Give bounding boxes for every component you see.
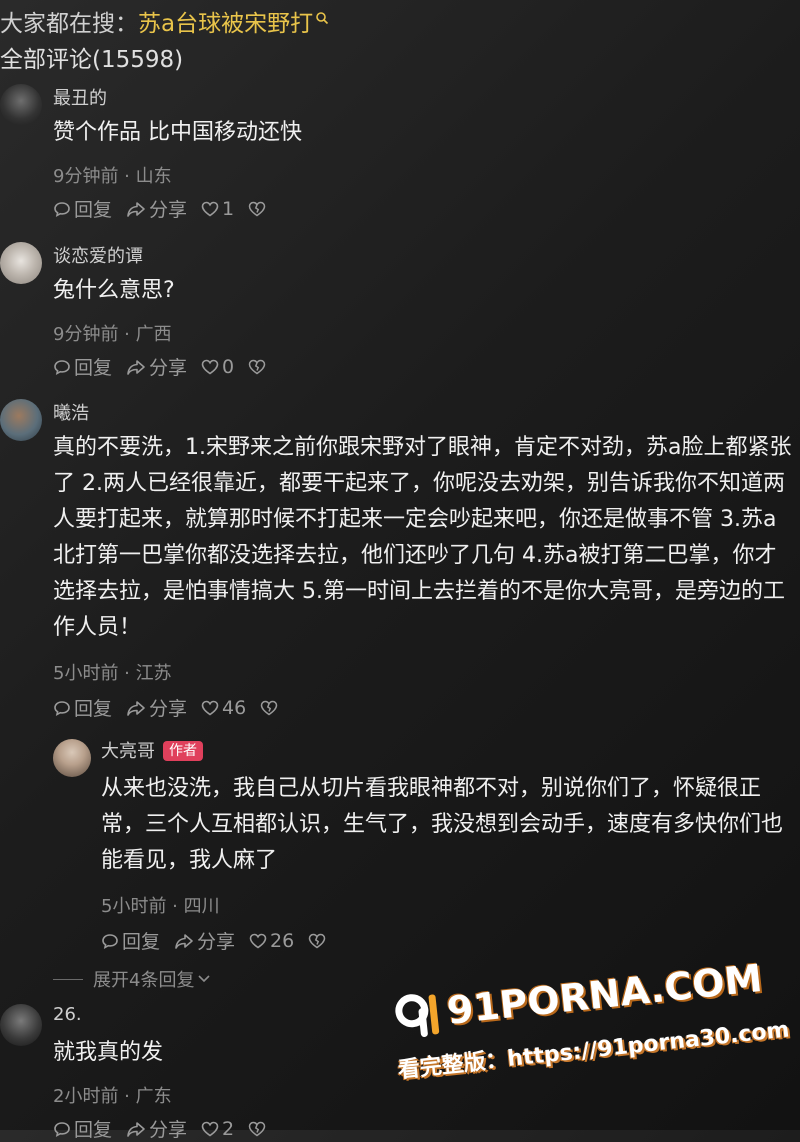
share-label: 分享: [197, 931, 236, 953]
dislike-heart-icon: [248, 359, 266, 374]
reply-label: 回复: [74, 357, 113, 379]
divider: [53, 978, 83, 980]
avatar[interactable]: [0, 399, 42, 441]
comment-count: 全部评论(15598): [0, 47, 184, 73]
reply-icon: [54, 700, 70, 716]
share-button[interactable]: 分享: [126, 195, 187, 222]
dislike-heart-icon: [260, 700, 278, 715]
heart-icon: [201, 201, 219, 216]
avatar[interactable]: [0, 84, 42, 126]
expand-replies-label: 展开4条回复: [93, 970, 195, 991]
dislike-heart-icon: [248, 1121, 266, 1136]
reply-text: 从来也没洗，我自己从切片看我眼神都不对，别说你们了，怀疑很正常，三个人互相都认识…: [101, 776, 784, 873]
comment-username[interactable]: 曦浩: [53, 399, 89, 425]
share-icon: [175, 933, 193, 949]
comment-actions: 回复 分享 0: [53, 353, 283, 380]
watermark: 91PORNA.COM 看完整版：https://91porna30.com: [388, 932, 800, 1104]
dislike-button[interactable]: [248, 201, 269, 217]
author-badge: 作者: [163, 741, 203, 761]
comment-actions: 回复 分享 1: [53, 195, 283, 222]
comment-meta: 5小时前 · 江苏: [53, 663, 172, 684]
reply-icon: [54, 359, 70, 375]
like-button[interactable]: 46: [201, 697, 246, 719]
dislike-button[interactable]: [248, 359, 269, 375]
reply-actions: 回复 分享 26: [101, 927, 343, 954]
comment-username[interactable]: 谈恋爱的谭: [53, 242, 143, 268]
reply-button[interactable]: 回复: [53, 1115, 112, 1142]
reply-icon: [102, 933, 118, 949]
share-icon: [127, 700, 145, 716]
expand-replies-button[interactable]: 展开4条回复: [53, 966, 211, 992]
reply-label: 回复: [74, 698, 113, 720]
share-label: 分享: [149, 199, 188, 221]
dislike-button[interactable]: [248, 1121, 269, 1137]
heart-icon: [201, 359, 219, 374]
like-count: 2: [222, 1117, 235, 1140]
comment-username[interactable]: 最丑的: [53, 84, 107, 110]
like-count: 26: [270, 929, 295, 952]
reply-username: 大亮哥 作者: [101, 737, 203, 763]
dislike-heart-icon: [248, 201, 266, 216]
comment-username[interactable]: 26.: [53, 1004, 82, 1025]
comment-text: 真的不要洗，1.宋野来之前你跟宋野对了眼神，肯定不对劲，苏a脸上都紧张了 2.两…: [53, 435, 792, 640]
watermark-logo-mark: [395, 994, 440, 1038]
reply-icon: [54, 1121, 70, 1137]
search-query-link[interactable]: 苏a台球被宋野打: [138, 11, 313, 37]
like-button[interactable]: 1: [201, 198, 234, 220]
like-button[interactable]: 26: [249, 930, 294, 952]
share-button[interactable]: 分享: [174, 927, 235, 954]
search-prefix: 大家都在搜：: [0, 11, 138, 37]
search-icon: [316, 12, 329, 25]
share-button[interactable]: 分享: [126, 1115, 187, 1142]
like-count: 0: [222, 355, 235, 378]
reply-meta: 5小时前 · 四川: [101, 896, 220, 917]
share-button[interactable]: 分享: [126, 694, 187, 721]
search-suggestion[interactable]: 大家都在搜：苏a台球被宋野打: [0, 4, 329, 38]
avatar[interactable]: [0, 1004, 42, 1046]
dislike-button[interactable]: [260, 700, 281, 716]
like-button[interactable]: 0: [201, 356, 234, 378]
comment-actions: 回复 分享 46: [53, 694, 295, 721]
share-icon: [127, 359, 145, 375]
like-count: 46: [222, 696, 247, 719]
reply-label: 回复: [122, 931, 161, 953]
reply-button[interactable]: 回复: [101, 927, 160, 954]
comment-meta: 9分钟前 · 广西: [53, 324, 172, 345]
reply-icon: [54, 201, 70, 217]
author-avatar[interactable]: [53, 739, 91, 777]
reply-button[interactable]: 回复: [53, 195, 112, 222]
reply-label: 回复: [74, 199, 113, 221]
reply-button[interactable]: 回复: [53, 694, 112, 721]
heart-icon: [201, 700, 219, 715]
reply-label: 回复: [74, 1119, 113, 1141]
avatar[interactable]: [0, 242, 42, 284]
chevron-down-icon: [198, 975, 211, 983]
heart-icon: [249, 933, 267, 948]
share-label: 分享: [149, 357, 188, 379]
comment-meta: 9分钟前 · 山东: [53, 166, 172, 187]
like-count: 1: [222, 197, 235, 220]
dislike-button[interactable]: [308, 933, 329, 949]
comment-actions: 回复 分享 2: [53, 1115, 283, 1142]
like-button[interactable]: 2: [201, 1118, 234, 1140]
dislike-heart-icon: [308, 933, 326, 948]
comment-meta: 2小时前 · 广东: [53, 1086, 172, 1107]
share-icon: [127, 1121, 145, 1137]
share-label: 分享: [149, 698, 188, 720]
heart-icon: [201, 1121, 219, 1136]
share-icon: [127, 201, 145, 217]
comment-text: 赞个作品 比中国移动还快: [53, 120, 302, 145]
author-name[interactable]: 大亮哥: [101, 741, 155, 762]
share-button[interactable]: 分享: [126, 353, 187, 380]
comment-text: 兔什么意思?: [53, 278, 175, 303]
share-label: 分享: [149, 1119, 188, 1141]
reply-button[interactable]: 回复: [53, 353, 112, 380]
